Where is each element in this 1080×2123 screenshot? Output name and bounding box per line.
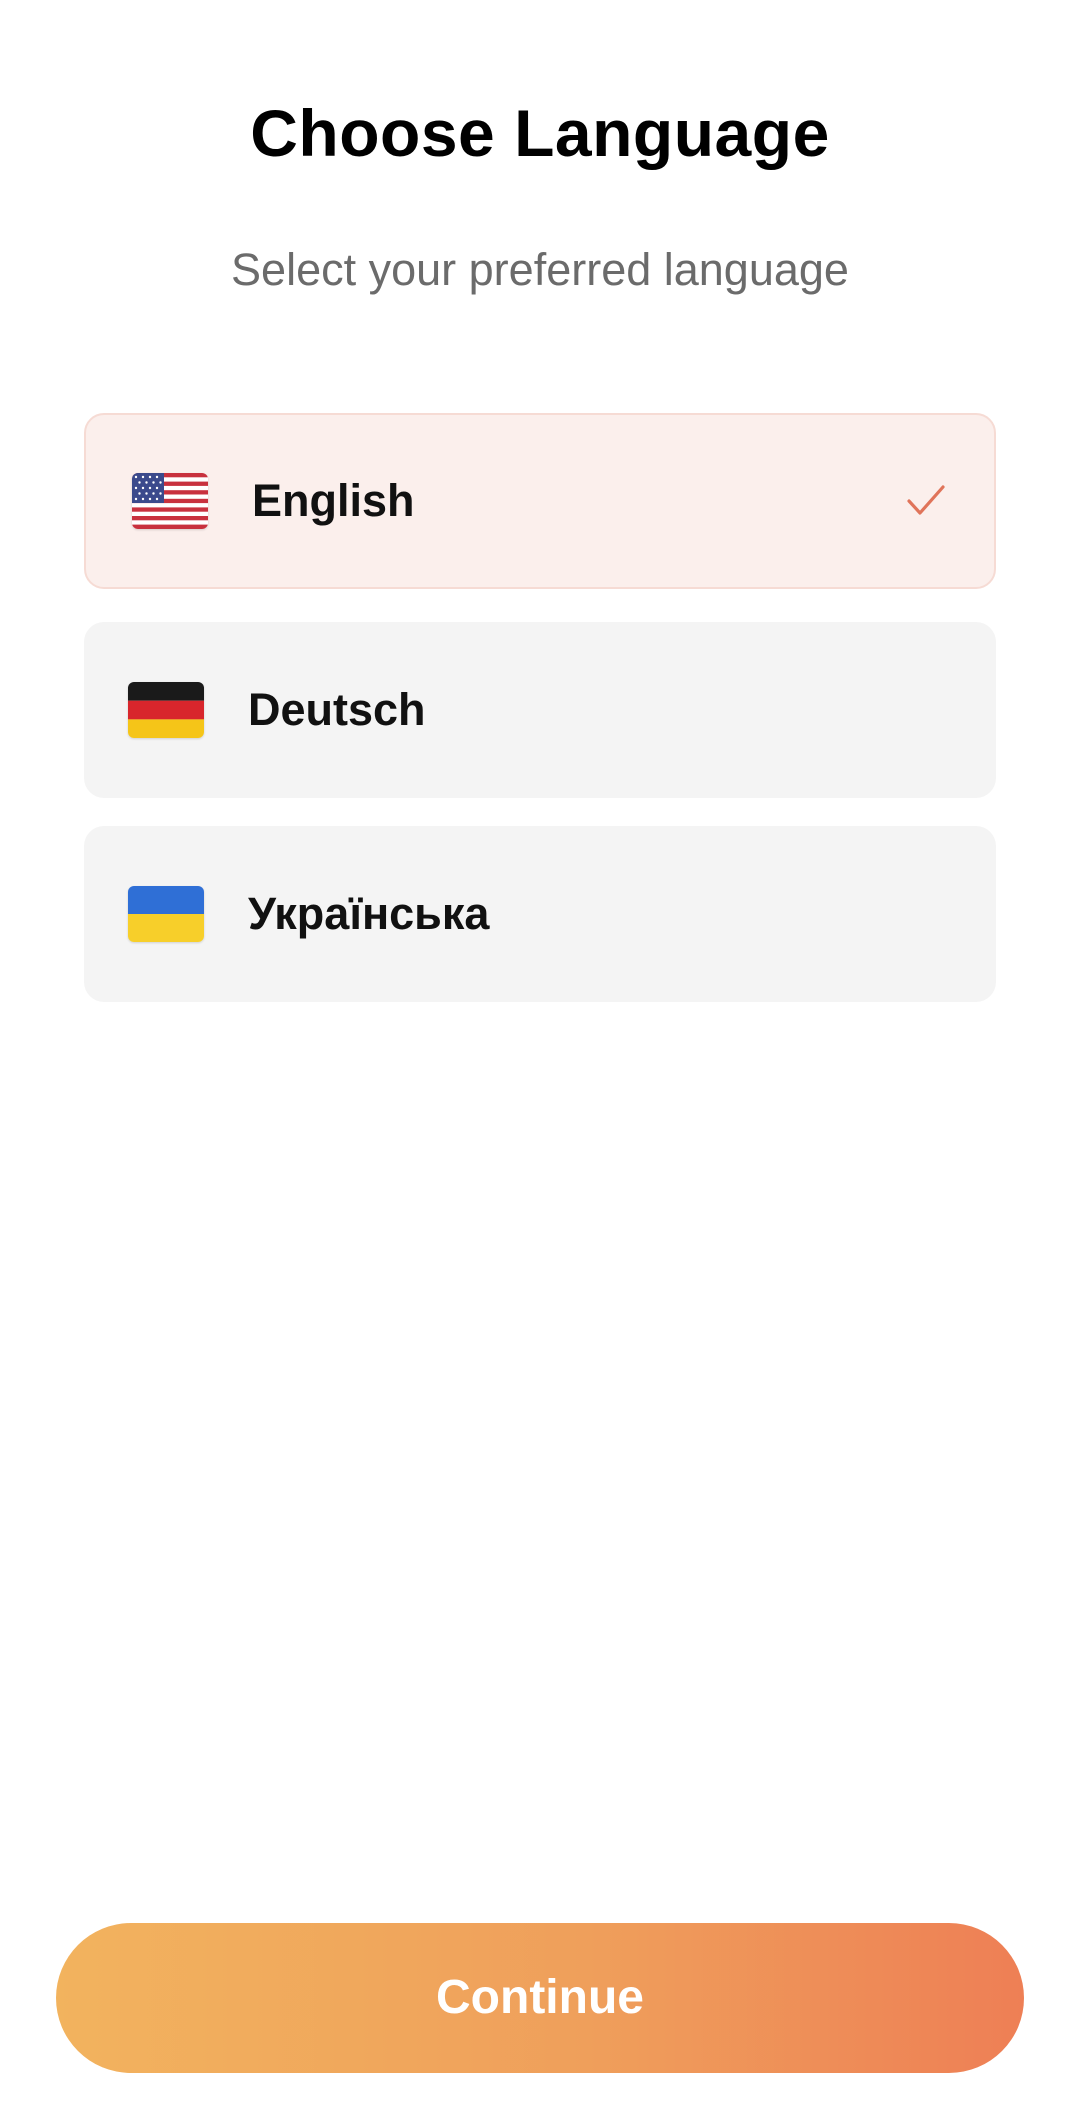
germany-flag-icon bbox=[128, 682, 204, 738]
page-title: Choose Language bbox=[250, 96, 830, 170]
checkmark-icon bbox=[907, 485, 945, 515]
language-option-ukrainian[interactable]: Українська bbox=[84, 826, 996, 1002]
language-label: Українська bbox=[248, 888, 490, 939]
us-flag-icon bbox=[132, 473, 208, 529]
language-option-english[interactable]: English bbox=[84, 413, 996, 589]
ukraine-flag-icon bbox=[128, 886, 204, 942]
language-screen: Choose Language Select your preferred la… bbox=[0, 0, 1080, 2123]
language-option-deutsch[interactable]: Deutsch bbox=[84, 622, 996, 798]
continue-button[interactable]: Continue bbox=[56, 1923, 1024, 2073]
language-label: Deutsch bbox=[248, 684, 426, 735]
language-label: English bbox=[252, 475, 415, 526]
page-subtitle: Select your preferred language bbox=[231, 244, 849, 295]
